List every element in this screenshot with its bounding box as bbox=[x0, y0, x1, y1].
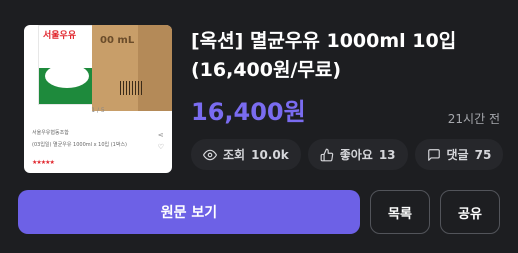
comments-chip[interactable]: 댓글 75 bbox=[414, 139, 504, 170]
thumbnail-page-indicator: 1 / 5 bbox=[91, 107, 105, 114]
post-stats: 조회 10.0k 좋아요 13 댓글 75 bbox=[191, 139, 504, 170]
views-label: 조회 bbox=[223, 148, 246, 162]
thumbnail-product: (03입일) 멸균우유 1000ml x 10입 (1박스) bbox=[32, 142, 127, 148]
box-label: 00 mL bbox=[100, 35, 135, 46]
product-thumbnail[interactable]: 서울우유 00 mL 1 / 5 서울우유협동조합 (03입일) 멸균우유 10… bbox=[24, 25, 172, 173]
likes-label: 좋아요 bbox=[339, 148, 373, 162]
view-original-button[interactable]: 원문 보기 bbox=[18, 190, 360, 234]
comment-icon bbox=[427, 148, 440, 161]
comments-label: 댓글 bbox=[446, 148, 469, 162]
post-title[interactable]: [옥션] 멸균우유 1000ml 10입 (16,400원/무료) bbox=[191, 27, 501, 85]
thumbnail-rating-stars: ★★★★★ bbox=[32, 159, 55, 166]
deal-card: 서울우유 00 mL 1 / 5 서울우유협동조합 (03입일) 멸균우유 10… bbox=[0, 0, 518, 253]
comments-value: 75 bbox=[474, 147, 492, 162]
views-value: 10.0k bbox=[251, 147, 289, 162]
list-button[interactable]: 목록 bbox=[370, 190, 430, 234]
post-time: 21시간 전 bbox=[447, 112, 500, 126]
thumbnail-share-icon: ⋖ ♡ bbox=[157, 131, 164, 151]
thumbs-up-icon bbox=[320, 148, 333, 161]
likes-chip[interactable]: 좋아요 13 bbox=[307, 139, 408, 170]
milk-carton-image: 서울우유 bbox=[38, 25, 94, 105]
views-chip: 조회 10.0k bbox=[191, 139, 301, 170]
post-price: 16,400원 bbox=[191, 98, 306, 126]
cardboard-box-image: 00 mL bbox=[92, 25, 172, 111]
thumbnail-seller: 서울우유협동조합 bbox=[32, 130, 69, 136]
brand-logo-text: 서울우유 bbox=[43, 31, 77, 41]
share-button[interactable]: 공유 bbox=[440, 190, 500, 234]
eye-icon bbox=[203, 149, 217, 160]
likes-value: 13 bbox=[378, 147, 396, 162]
